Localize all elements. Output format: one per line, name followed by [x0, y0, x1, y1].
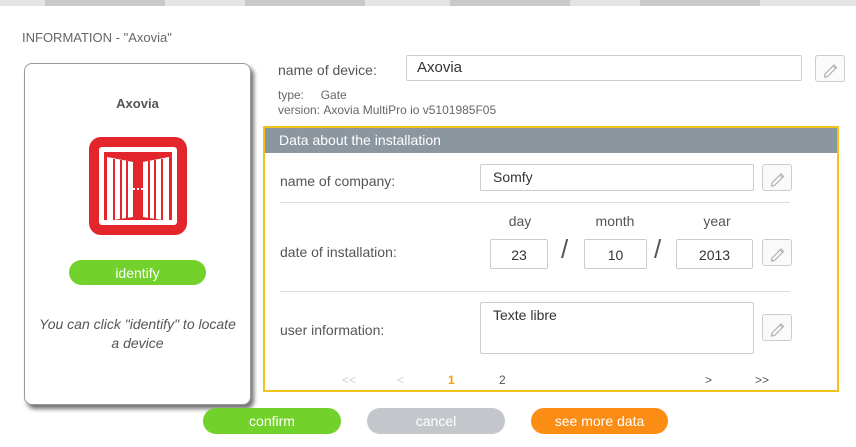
- edit-date-button[interactable]: [762, 239, 792, 266]
- see-more-data-button[interactable]: see more data: [531, 408, 668, 434]
- device-name-label: name of device:: [278, 62, 377, 78]
- pencil-icon: [823, 64, 838, 78]
- tab-partial[interactable]: [45, 0, 165, 6]
- separator: [280, 291, 790, 292]
- pencil-icon: [770, 173, 785, 187]
- edit-device-name-button[interactable]: [815, 55, 845, 82]
- device-type-value: Gate: [320, 88, 347, 102]
- tab-partial[interactable]: [245, 0, 365, 6]
- identify-button[interactable]: identify: [69, 260, 206, 285]
- pagination-page-2[interactable]: 2: [499, 373, 506, 387]
- pagination-next[interactable]: >: [705, 373, 712, 387]
- installation-panel-title: Data about the installation: [265, 128, 837, 153]
- separator: [280, 202, 790, 203]
- pencil-icon: [770, 323, 785, 337]
- company-field[interactable]: Somfy: [480, 164, 754, 191]
- cancel-button[interactable]: cancel: [367, 408, 505, 434]
- device-type-label: type:: [278, 88, 305, 102]
- pencil-icon: [770, 248, 785, 262]
- user-information-field[interactable]: Texte libre: [480, 302, 754, 354]
- pagination-first[interactable]: <<: [342, 373, 356, 387]
- installation-date-label: date of installation:: [280, 244, 397, 260]
- device-version-value: Axovia MultiPro io v5101985F05: [323, 103, 497, 117]
- day-field[interactable]: 23: [490, 239, 548, 269]
- year-field[interactable]: 2013: [676, 239, 753, 269]
- year-header: year: [703, 213, 731, 229]
- user-information-label: user information:: [280, 322, 385, 338]
- gate-icon: [89, 137, 187, 235]
- device-card: Axovia identify You can click "identify"…: [24, 63, 251, 405]
- tab-partial[interactable]: [450, 0, 570, 6]
- device-version: version: Axovia MultiPro io v5101985F05: [278, 103, 496, 117]
- date-separator: /: [654, 234, 662, 264]
- company-label: name of company:: [280, 173, 396, 189]
- month-header: month: [595, 213, 635, 229]
- pagination-last[interactable]: >>: [755, 373, 769, 387]
- tab-strip: [0, 0, 856, 6]
- device-type: type: Gate: [278, 88, 347, 102]
- date-separator: /: [561, 234, 569, 264]
- edit-company-button[interactable]: [762, 164, 792, 191]
- installation-panel: Data about the installation name of comp…: [263, 126, 839, 392]
- device-version-label: version:: [278, 103, 321, 117]
- month-field[interactable]: 10: [584, 239, 647, 269]
- page-title: INFORMATION - "Axovia": [22, 30, 172, 45]
- pagination-prev[interactable]: <: [397, 373, 404, 387]
- pagination-page-1[interactable]: 1: [448, 373, 455, 387]
- confirm-button[interactable]: confirm: [203, 408, 341, 434]
- edit-user-information-button[interactable]: [762, 314, 792, 341]
- day-header: day: [508, 213, 532, 229]
- device-name-field[interactable]: Axovia: [406, 55, 802, 81]
- tab-partial[interactable]: [640, 0, 760, 6]
- identify-help-text: You can click "identify" to locate a dev…: [39, 316, 236, 351]
- device-card-name: Axovia: [116, 96, 159, 111]
